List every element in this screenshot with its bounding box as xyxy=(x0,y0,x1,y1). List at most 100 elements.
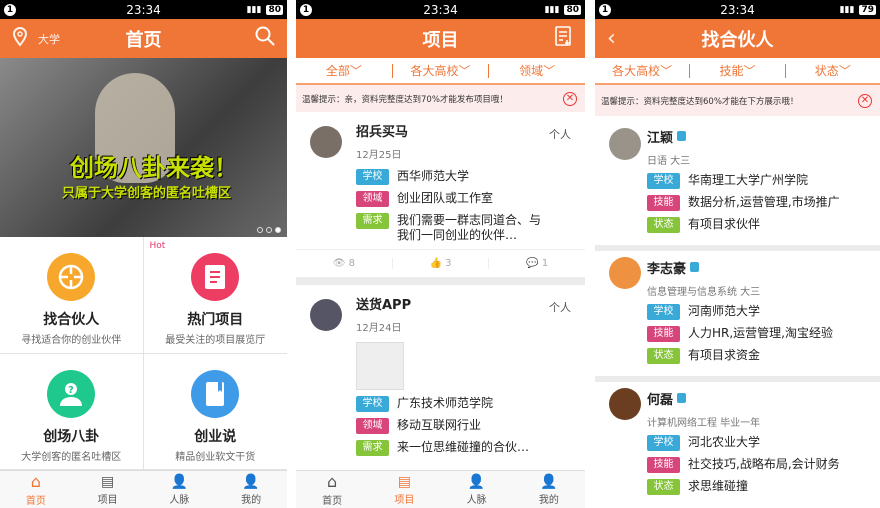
user-icon: 👤 xyxy=(540,473,558,490)
filter-bar: 各大高校﹀ 技能﹀ 状态﹀ xyxy=(595,58,880,85)
add-user-icon: 👤 xyxy=(467,473,486,490)
partner-major: 计算机网络工程 毕业一年 xyxy=(647,418,761,429)
nav-contacts[interactable]: 👤 人脉 xyxy=(441,471,513,508)
partner-card[interactable]: 江颖 日语 大三 学校 华南理工大学广州学院 技能 数据分析,运营管理,市场推广 状… xyxy=(595,116,880,245)
skill-value: 社交技巧,战略布局,会计财务 xyxy=(688,457,840,471)
project-card[interactable]: 送货APP 个人 12月24日 学校 广东技术师范学院 领域 移动互联网行业 需求来… xyxy=(296,285,585,468)
tile-title: 热门项目 xyxy=(187,312,244,328)
school-value: 河南师范大学 xyxy=(688,304,761,318)
school-value: 华南理工大学广州学院 xyxy=(688,173,809,187)
find-partner-screen: 1 23:34 ▮▮▮ 79 ‹ 找合伙人 各大高校﹀ 技能﹀ 状态﹀ 温馨提示：资料完整度… xyxy=(595,0,880,508)
filter-schools[interactable]: 各大高校﹀ xyxy=(393,63,490,78)
tile-subtitle: 寻找适合你的创业伙伴 xyxy=(21,335,122,346)
notification-badge: 1 xyxy=(599,3,611,16)
verified-icon xyxy=(677,393,687,403)
notice-banner: 温馨提示：亲，资料完整度达到70%才能发布项目哦！ ✕ xyxy=(296,85,585,112)
field-value: 创业团队或工作室 xyxy=(397,191,494,205)
bottom-nav: ⌂ 首页 ▤ 项目 👤 人脉 👤 我的 xyxy=(296,470,585,508)
like-button[interactable]: 👍 3 xyxy=(393,258,490,269)
filter-schools[interactable]: 各大高校﹀ xyxy=(595,63,691,78)
notification-badge: 1 xyxy=(300,3,312,16)
home-icon: ⌂ xyxy=(30,472,41,491)
field-value: 移动互联网行业 xyxy=(397,418,482,432)
notice-text: 温馨提示：亲，资料完整度达到70%才能发布项目哦！ xyxy=(302,94,508,105)
state-value: 有项目求资金 xyxy=(688,348,761,362)
nav-me[interactable]: 👤 我的 xyxy=(513,471,585,508)
verified-icon xyxy=(690,262,700,272)
banner-subtitle: 只属于大学创客的匿名吐槽区 xyxy=(62,186,232,201)
avatar xyxy=(609,257,641,289)
views-count[interactable]: 👁 8 xyxy=(296,258,393,269)
location-text[interactable]: 大学 xyxy=(38,31,60,47)
back-icon[interactable]: ‹ xyxy=(607,26,616,51)
nav-label: 人脉 xyxy=(466,494,487,506)
need-tag: 需求 xyxy=(356,213,389,229)
skill-tag: 技能 xyxy=(647,457,680,473)
nav-home[interactable]: ⌂ 首页 xyxy=(296,471,368,508)
state-tag: 状态 xyxy=(647,479,680,495)
need-value: 我们需要一群志同道合、与我们一同创业的伙伴… xyxy=(397,213,542,242)
carousel-dots[interactable] xyxy=(257,227,281,233)
clock: 23:34 xyxy=(423,2,458,17)
comment-icon: 💬 xyxy=(526,258,539,269)
search-icon[interactable] xyxy=(255,26,275,51)
partner-card[interactable]: 何磊 计算机网络工程 毕业一年 学校 河北农业大学 技能 社交技巧,战略布局,会计财… xyxy=(595,382,880,507)
filter-field[interactable]: 领域﹀ xyxy=(489,64,585,78)
comment-button[interactable]: 💬 1 xyxy=(489,258,585,269)
partner-card[interactable]: 李志豪 信息管理与信息系统 大三 学校 河南师范大学 技能 人力HR,运营管理,淘宝… xyxy=(595,251,880,376)
filter-all[interactable]: 全部﹀ xyxy=(296,63,393,78)
need-value: 来一位思维碰撞的合伙… xyxy=(397,440,530,454)
document-icon xyxy=(191,253,240,301)
school-tag: 学校 xyxy=(647,435,680,451)
notice-banner: 温馨提示：资料完整度达到60%才能在下方展示哦！ ✕ xyxy=(595,85,880,116)
clock: 23:34 xyxy=(720,2,755,17)
avatar xyxy=(609,388,641,420)
nav-contacts[interactable]: 👤 人脉 xyxy=(144,471,216,508)
status-bar: 1 23:34 ▮▮▮ 80 xyxy=(296,0,585,19)
close-icon[interactable]: ✕ xyxy=(858,93,872,108)
field-tag: 领域 xyxy=(356,191,389,207)
battery-icon: 79 xyxy=(859,4,876,15)
status-bar: 1 23:34 ▮▮▮ 80 xyxy=(0,0,287,19)
partner-name: 何磊 xyxy=(647,392,674,408)
tile-startup-talk[interactable]: 创业说 精品创业软文干货 xyxy=(143,354,287,470)
nav-label: 我的 xyxy=(241,494,262,506)
nav-me[interactable]: 👤 我的 xyxy=(215,471,287,508)
tile-hot-projects[interactable]: Hot 热门项目 最受关注的项目展览厅 xyxy=(143,237,287,354)
user-icon: 👤 xyxy=(242,473,260,490)
filter-state[interactable]: 状态﹀ xyxy=(786,64,880,78)
location-icon[interactable] xyxy=(12,26,28,50)
project-thumbnail[interactable] xyxy=(356,342,404,390)
new-project-icon[interactable] xyxy=(555,26,573,51)
app-header: ‹ 找合伙人 xyxy=(595,19,880,58)
close-icon[interactable]: ✕ xyxy=(563,91,577,106)
nav-label: 项目 xyxy=(394,494,415,506)
partner-major: 信息管理与信息系统 大三 xyxy=(647,287,761,298)
school-tag: 学校 xyxy=(647,304,680,320)
tile-subtitle: 大学创客的匿名吐槽区 xyxy=(21,451,122,463)
nav-home[interactable]: ⌂ 首页 xyxy=(0,471,72,508)
school-value: 河北农业大学 xyxy=(688,435,761,449)
partner-name: 江颖 xyxy=(647,130,674,146)
projects-screen: 1 23:34 ▮▮▮ 80 项目 全部﹀ 各大高校﹀ 领域﹀ 温馨提示：亲，资料完整度达… xyxy=(296,0,585,508)
home-icon: ⌂ xyxy=(327,472,338,491)
page-title: 首页 xyxy=(125,29,162,51)
status-bar: 1 23:34 ▮▮▮ 79 xyxy=(595,0,880,19)
field-tag: 领域 xyxy=(356,418,389,434)
list-icon: ▤ xyxy=(397,473,411,490)
nav-label: 首页 xyxy=(322,496,343,507)
skill-tag: 技能 xyxy=(647,326,680,342)
need-tag: 需求 xyxy=(356,440,389,456)
tile-gossip[interactable]: ? 创场八卦 大学创客的匿名吐槽区 xyxy=(0,353,144,470)
add-user-icon: 👤 xyxy=(170,473,189,490)
project-kind: 个人 xyxy=(549,301,571,314)
state-tag: 状态 xyxy=(647,217,680,233)
tile-subtitle: 最受关注的项目展览厅 xyxy=(165,335,266,346)
filter-skill[interactable]: 技能﹀ xyxy=(690,63,786,78)
nav-projects[interactable]: ▤ 项目 xyxy=(72,471,144,508)
nav-projects[interactable]: ▤ 项目 xyxy=(368,471,440,508)
state-value: 有项目求伙伴 xyxy=(688,217,761,231)
banner-carousel[interactable]: 创场八卦来袭！ 只属于大学创客的匿名吐槽区 xyxy=(0,58,287,237)
tile-find-partner[interactable]: 找合伙人 寻找适合你的创业伙伴 xyxy=(0,237,144,354)
project-card[interactable]: 招兵买马 个人 12月25日 学校 西华师范大学 领域 创业团队或工作室 需求 我们需… xyxy=(296,112,585,249)
